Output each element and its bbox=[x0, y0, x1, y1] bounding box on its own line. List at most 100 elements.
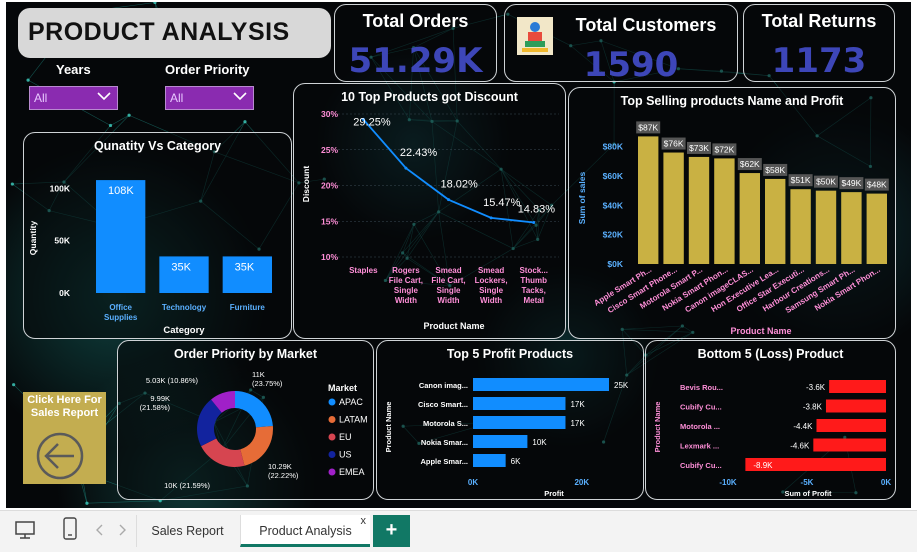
x-tick-label: -10K bbox=[719, 478, 737, 487]
y-tick-label: 30% bbox=[321, 109, 338, 119]
bottom5-loss-chart: Bottom 5 (Loss) Product Product Name -3.6… bbox=[645, 340, 896, 500]
page-title-box: PRODUCT ANALYSIS bbox=[18, 8, 331, 58]
x-tick-label: 0K bbox=[468, 478, 478, 487]
x-tick-label: Stock... bbox=[519, 266, 547, 275]
y-tick-label: 0K bbox=[59, 288, 71, 298]
y-tick-label: Motorola ... bbox=[680, 422, 720, 431]
network-line bbox=[86, 500, 161, 504]
top5-profit-plot: Product Name 25K Canon imag... 17K Cisco Sma… bbox=[384, 378, 629, 498]
data-point bbox=[489, 216, 493, 220]
network-node bbox=[108, 123, 113, 128]
bar bbox=[688, 156, 710, 264]
data-label: 22.43% bbox=[400, 147, 438, 159]
kpi-customers-value: 1590 bbox=[583, 45, 679, 85]
discount-plot: 10% 15% 20% 25% 30% Discount 29.25% 22.43% 18.02… bbox=[301, 109, 559, 331]
legend-marker bbox=[328, 468, 336, 476]
y-tick-label: 50K bbox=[54, 236, 70, 246]
bar bbox=[825, 399, 886, 413]
donut-slice bbox=[235, 391, 273, 428]
data-label: 15.47% bbox=[483, 197, 521, 209]
chevron-right-icon[interactable] bbox=[118, 524, 126, 536]
y-tick-label: 100K bbox=[50, 183, 71, 193]
chevron-left-icon[interactable] bbox=[96, 524, 104, 536]
data-label: 9.99K bbox=[150, 394, 170, 403]
y-tick-label: Lexmark ... bbox=[680, 442, 719, 451]
kpi-orders-value: 51.29K bbox=[348, 41, 483, 81]
x-tick-label: Smead bbox=[478, 266, 504, 275]
arrow-left-icon bbox=[36, 432, 84, 480]
y-axis-label: Product Name bbox=[653, 402, 662, 453]
y-tick-label: Nokia Smar... bbox=[421, 438, 468, 447]
data-label: 10.29K bbox=[268, 462, 292, 471]
y-tick-label: Motorola S... bbox=[423, 419, 468, 428]
data-label: 10K bbox=[532, 438, 547, 447]
bar bbox=[473, 378, 609, 391]
y-tick-label: $80K bbox=[603, 142, 624, 152]
y-tick-label: Canon imag... bbox=[419, 381, 468, 390]
legend-marker bbox=[328, 433, 336, 441]
sales-report-button[interactable]: Click Here For Sales Report bbox=[23, 392, 106, 484]
y-tick-label: $0K bbox=[607, 259, 623, 269]
tab-sales-report[interactable]: Sales Report bbox=[136, 515, 238, 547]
kpi-returns-label: Total Returns bbox=[761, 11, 877, 31]
data-label: $87K bbox=[638, 122, 658, 132]
mobile-view-icon[interactable] bbox=[62, 517, 78, 541]
data-point bbox=[447, 198, 450, 202]
x-axis-label: Product Name bbox=[423, 321, 484, 331]
network-node bbox=[153, 2, 157, 5]
bar bbox=[841, 192, 862, 264]
x-axis-label: Product Name bbox=[730, 326, 791, 336]
bar bbox=[765, 178, 786, 264]
x-tick-label: File Cart, bbox=[431, 276, 465, 285]
y-axis-label: Product Name bbox=[384, 402, 393, 453]
years-slicer[interactable]: All bbox=[29, 86, 118, 110]
kpi-orders-label: Total Orders bbox=[362, 11, 469, 31]
bar bbox=[866, 193, 887, 264]
data-label: $58K bbox=[765, 165, 785, 175]
x-tick-label: Office bbox=[109, 303, 132, 312]
data-label: $62K bbox=[740, 159, 760, 169]
data-label: 17K bbox=[570, 419, 585, 428]
y-axis-label: Discount bbox=[301, 166, 311, 203]
x-tick-label: Width bbox=[480, 296, 502, 305]
data-label: 11K bbox=[252, 370, 265, 379]
chevron-down-icon bbox=[97, 92, 111, 101]
y-tick-label: 10% bbox=[321, 252, 338, 262]
top5-profit-chart: Top 5 Profit Products Product Name 25K Can… bbox=[376, 340, 644, 500]
x-axis-label: Sum of Profit bbox=[784, 489, 832, 498]
data-label: -3.8K bbox=[803, 403, 823, 412]
add-page-button[interactable]: + bbox=[373, 515, 410, 547]
data-label: -4.6K bbox=[790, 442, 810, 451]
data-label: $48K bbox=[867, 180, 887, 190]
y-tick-label: $40K bbox=[603, 200, 624, 210]
legend-label: EU bbox=[339, 432, 352, 442]
close-tab-icon[interactable]: x bbox=[361, 505, 367, 537]
legend-label: LATAM bbox=[339, 415, 368, 425]
data-label: $73K bbox=[689, 143, 709, 153]
market-donut-plot: 11K(23.75%) 10.29K(22.22%) 10K (21.59%) 9.9… bbox=[140, 370, 368, 490]
data-label: $51K bbox=[791, 175, 811, 185]
kpi-total-returns: Total Returns 1173 bbox=[743, 4, 895, 82]
data-label: -8.9K bbox=[753, 461, 773, 470]
kpi-total-customers: Total Customers 1590 bbox=[504, 4, 738, 85]
bar bbox=[815, 190, 837, 264]
bar bbox=[714, 158, 735, 264]
network-node bbox=[243, 120, 247, 124]
years-slicer-label: Years bbox=[56, 62, 91, 77]
x-axis-label: Category bbox=[163, 325, 205, 336]
bar bbox=[473, 416, 566, 429]
bar bbox=[813, 438, 886, 452]
legend-marker bbox=[328, 398, 336, 406]
data-label: 35K bbox=[235, 261, 255, 273]
y-tick-label: 15% bbox=[321, 216, 338, 226]
network-line bbox=[110, 115, 130, 126]
y-tick-label: 25% bbox=[321, 145, 338, 155]
x-tick-label: Single bbox=[436, 286, 461, 295]
tab-product-analysis[interactable]: Product Analysis x bbox=[240, 515, 370, 547]
x-tick-label: Tacks, bbox=[522, 286, 546, 295]
x-tick-label: 0K bbox=[881, 478, 891, 487]
data-label: 108K bbox=[108, 185, 134, 197]
desktop-view-icon[interactable] bbox=[14, 519, 36, 541]
priority-slicer[interactable]: All bbox=[165, 86, 254, 110]
data-label: 25K bbox=[614, 381, 629, 390]
